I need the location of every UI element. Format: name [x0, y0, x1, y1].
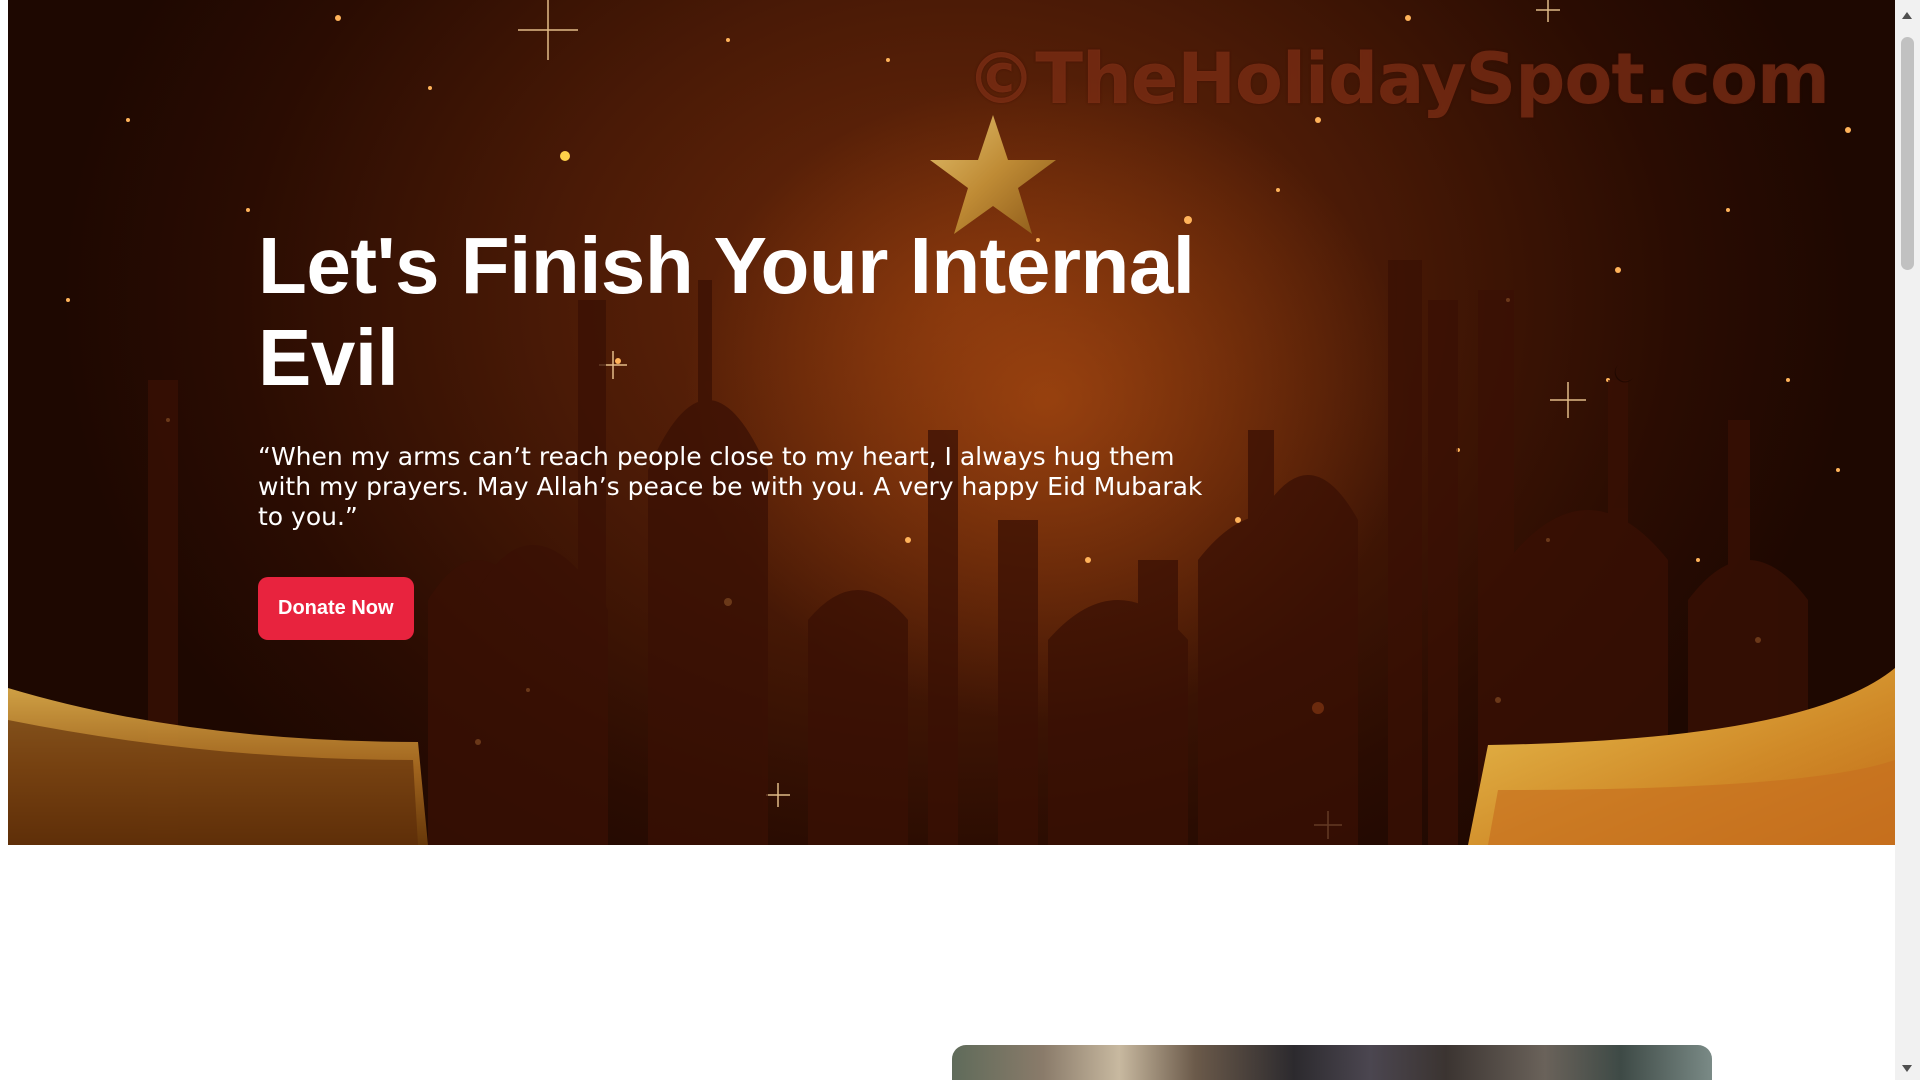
- scroll-down-arrow-icon[interactable]: [1902, 1065, 1912, 1072]
- donate-now-button[interactable]: Donate Now: [258, 577, 414, 640]
- scroll-thumb[interactable]: [1901, 37, 1914, 270]
- content-section: [0, 845, 1895, 1080]
- hero-banner: ©TheHolidaySpot.com Let's Finish Your In…: [8, 0, 1895, 845]
- hero-quote: “When my arms can’t reach people close t…: [258, 442, 1203, 531]
- watermark-text: ©TheHolidaySpot.com: [966, 38, 1830, 120]
- page: ©TheHolidaySpot.com Let's Finish Your In…: [0, 0, 1920, 1080]
- star-icon: [930, 115, 1056, 234]
- hero-content: Let's Finish Your Internal Evil “When my…: [258, 220, 1238, 640]
- vertical-scrollbar[interactable]: [1895, 0, 1920, 1080]
- hero-title: Let's Finish Your Internal Evil: [258, 221, 1195, 402]
- scroll-up-arrow-icon[interactable]: [1902, 12, 1912, 19]
- event-photo: [952, 1045, 1712, 1080]
